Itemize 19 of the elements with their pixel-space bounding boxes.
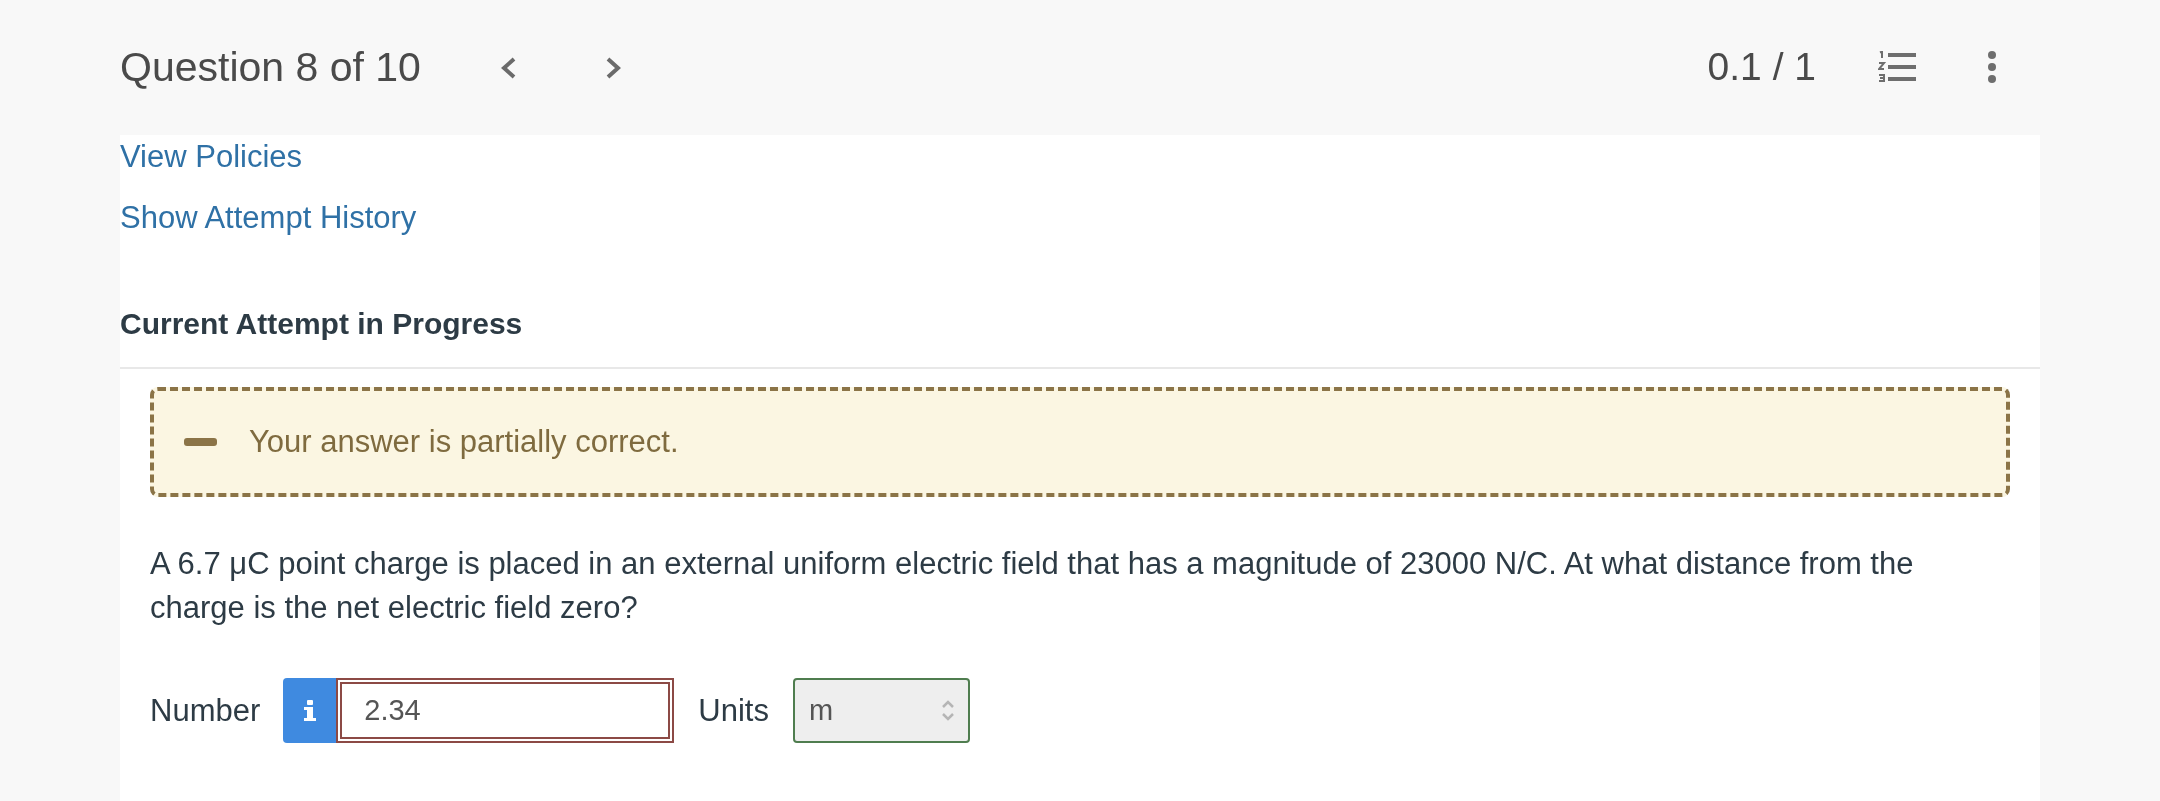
vertical-dots-icon [1988,51,1996,84]
question-counter: Question 8 of 10 [120,42,421,92]
chevron-left-icon [500,56,516,79]
feedback-message: Your answer is partially correct. [249,423,679,461]
info-icon [303,700,316,721]
number-input-field[interactable]: 2.34 [336,678,675,743]
minus-icon [184,438,217,446]
text-link[interactable]: View Policies [120,135,303,179]
chevron-up-down-icon [940,699,955,722]
score: 0.1 / 1 [1707,44,1816,91]
question-text: A 6.7 μC point charge is placed in an external uniform electric field that has a magnitude of 23000 N/C. At what distance from the charge is the net electric field zero? [150,545,1915,627]
section-heading: Current Attempt in Progress [120,306,523,342]
units-select[interactable]: m [792,678,970,743]
chevron-right-icon [605,56,621,79]
numbered-list-icon [1878,51,1916,84]
info-button[interactable] [283,678,337,743]
text-link[interactable]: Show Attempt History [120,196,417,240]
units-label: Units [698,692,769,729]
number-label: Number [150,692,261,729]
